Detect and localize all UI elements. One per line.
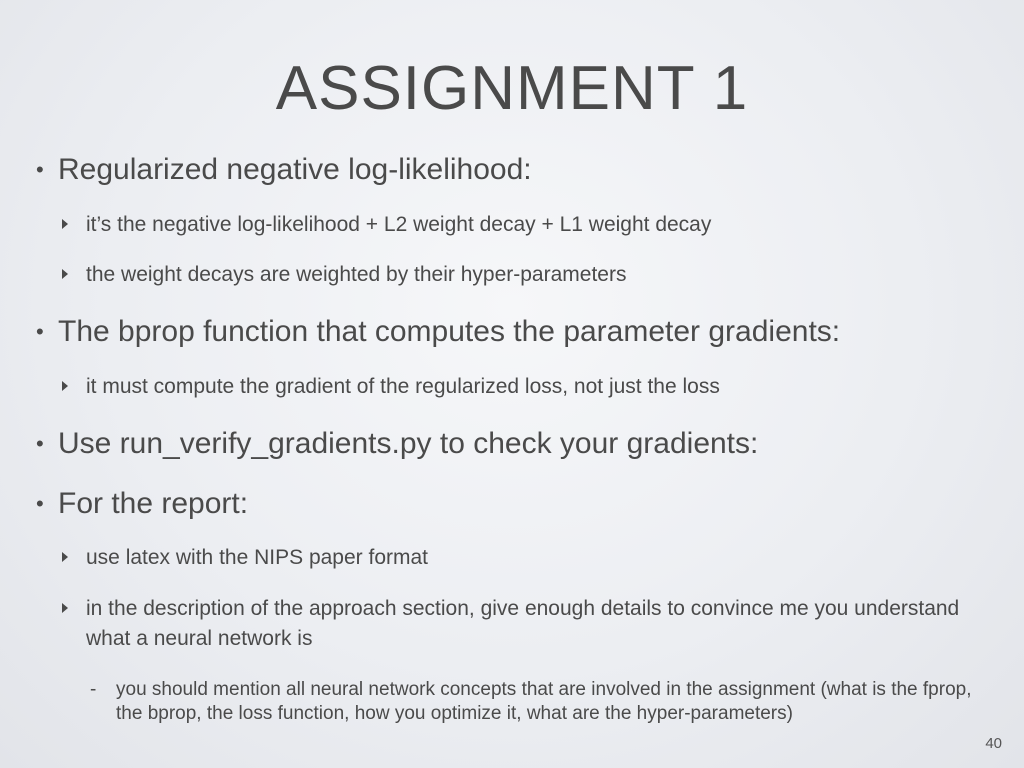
bullet-text: For the report: bbox=[58, 487, 249, 520]
bullet-text: Regularized negative log-likelihood: bbox=[58, 153, 532, 186]
bullet-verify-gradients: • Use run_verify_gradients.py to check y… bbox=[36, 426, 996, 462]
triangle-right-icon bbox=[62, 381, 68, 391]
page-number: 40 bbox=[985, 735, 1002, 752]
sub-bullet-text: it’s the negative log-likelihood + L2 we… bbox=[86, 213, 712, 236]
sub-bullet-latex-nips: use latex with the NIPS paper format bbox=[62, 543, 1002, 573]
sub-bullet-regularized-loss-gradient: it must compute the gradient of the regu… bbox=[62, 372, 1002, 402]
triangle-right-icon bbox=[62, 603, 68, 613]
slide-title: ASSIGNMENT 1 bbox=[275, 54, 749, 123]
sub-sub-bullet-text: you should mention all neural network co… bbox=[116, 679, 972, 724]
triangle-right-icon bbox=[62, 269, 68, 279]
bullet-bprop-function: • The bprop function that computes the p… bbox=[36, 314, 1006, 350]
sub-sub-bullet-neural-network-concepts: - you should mention all neural network … bbox=[90, 678, 990, 726]
sub-bullet-text: the weight decays are weighted by their … bbox=[86, 263, 627, 286]
slide: ASSIGNMENT 1 • Regularized negative log-… bbox=[0, 0, 1024, 768]
bullet-dot-icon: • bbox=[36, 431, 44, 456]
bullet-dot-icon: • bbox=[36, 157, 44, 182]
triangle-right-icon bbox=[62, 552, 68, 562]
bullet-dot-icon: • bbox=[36, 319, 44, 344]
sub-bullet-text: it must compute the gradient of the regu… bbox=[86, 375, 720, 398]
bullet-report: • For the report: bbox=[36, 486, 996, 522]
sub-bullet-text: use latex with the NIPS paper format bbox=[86, 546, 428, 569]
bullet-text: The bprop function that computes the par… bbox=[58, 315, 841, 348]
triangle-right-icon bbox=[62, 219, 68, 229]
sub-bullet-nll-definition: it’s the negative log-likelihood + L2 we… bbox=[62, 210, 1002, 240]
bullet-regularized-nll: • Regularized negative log-likelihood: bbox=[36, 152, 996, 188]
bullet-dot-icon: • bbox=[36, 491, 44, 516]
bullet-text: Use run_verify_gradients.py to check you… bbox=[58, 427, 759, 460]
dash-icon: - bbox=[90, 679, 97, 700]
sub-bullet-weight-decays: the weight decays are weighted by their … bbox=[62, 260, 1002, 290]
sub-bullet-text: in the description of the approach secti… bbox=[86, 597, 960, 650]
sub-bullet-approach-description: in the description of the approach secti… bbox=[62, 594, 1002, 654]
